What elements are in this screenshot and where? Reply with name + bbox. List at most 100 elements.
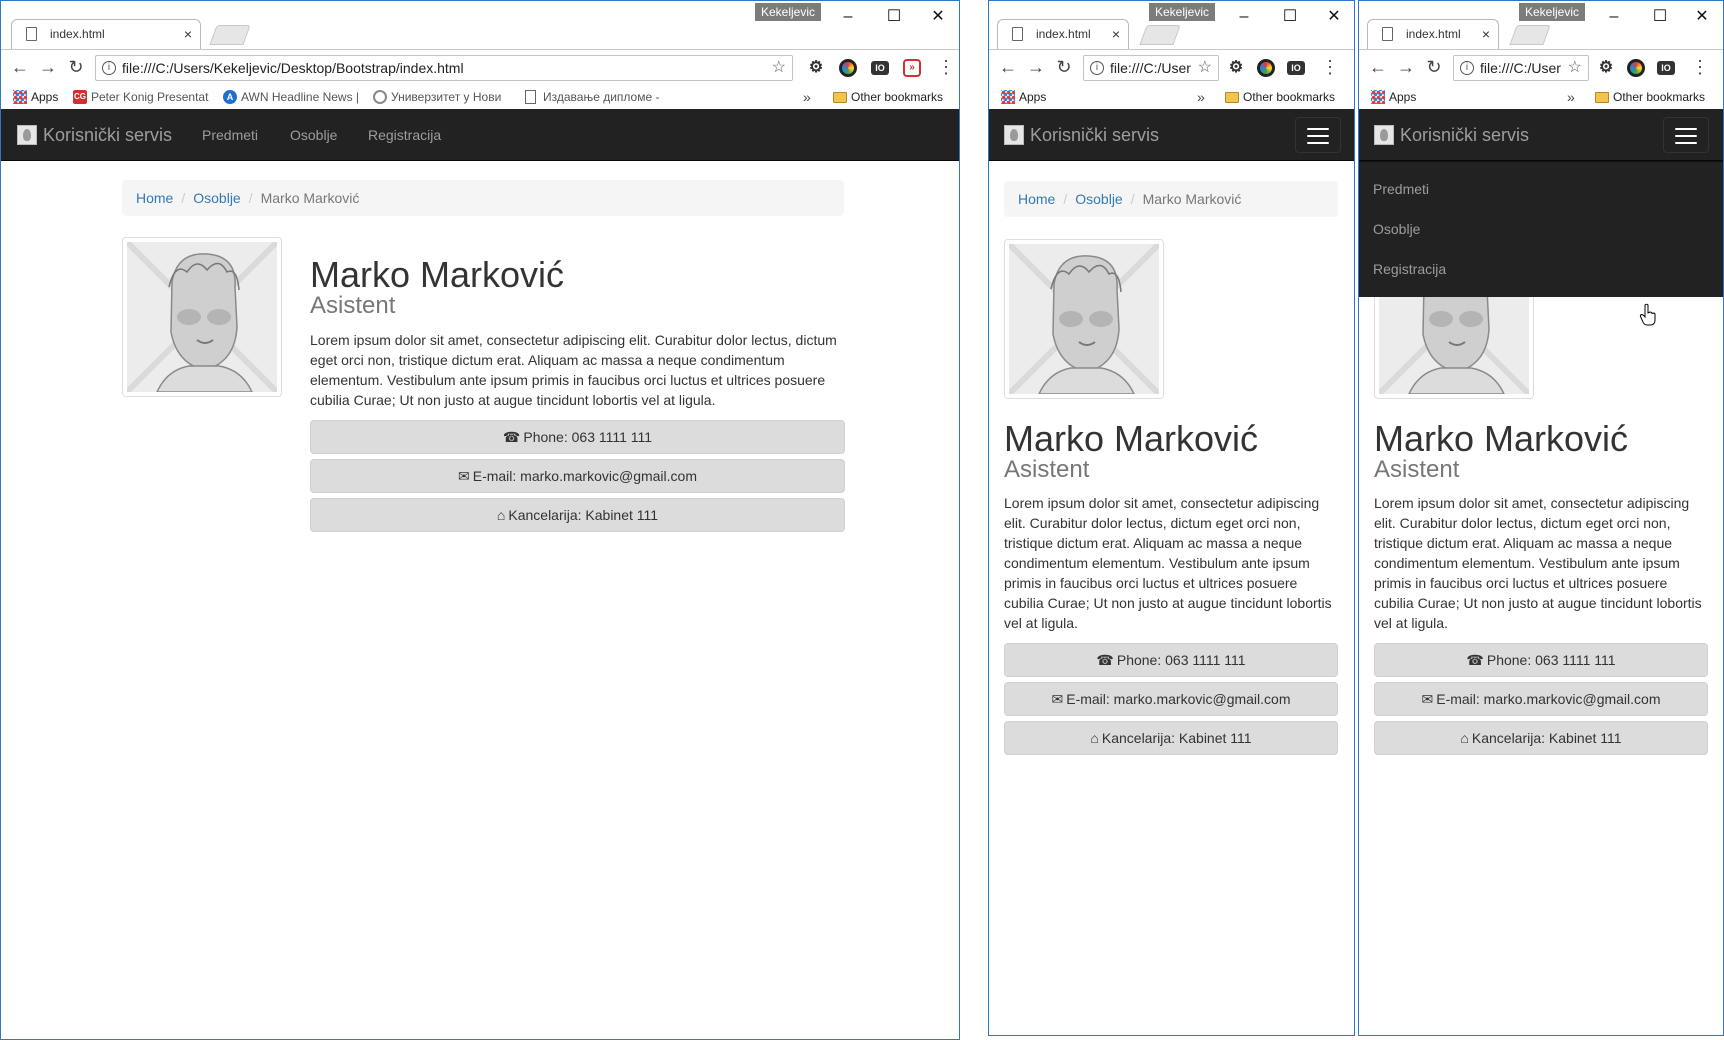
reload-button[interactable]: ↻ (1053, 56, 1075, 78)
nav-link-registracija[interactable]: Registracija (368, 109, 441, 161)
address-bar[interactable]: i file:///C:/User ☆ (1083, 55, 1219, 81)
profile-badge[interactable]: Kekeljevic (1519, 3, 1586, 21)
color-extension-icon[interactable] (1257, 59, 1275, 77)
envelope-icon: ✉ (458, 468, 470, 484)
io-extension-icon[interactable]: IO (1287, 61, 1305, 75)
bookmark-apps[interactable]: Apps (1371, 85, 1416, 109)
phone-button[interactable]: ☎ Phone: 063 1111 111 (1374, 643, 1708, 677)
chrome-menu-icon[interactable]: ⋮ (1691, 56, 1709, 78)
gear-extension-icon[interactable]: ⚙ (807, 59, 825, 77)
forward-button[interactable]: → (37, 56, 59, 78)
close-tab-icon[interactable]: × (1482, 20, 1490, 48)
browser-tab[interactable]: index.html × (11, 19, 201, 49)
home-icon: ⌂ (496, 507, 506, 523)
new-tab-button[interactable] (1139, 25, 1181, 45)
address-bar[interactable]: i file:///C:/Users/Kekeljevic/Desktop/Bo… (95, 55, 793, 81)
info-icon[interactable]: i (102, 61, 116, 75)
back-button[interactable]: ← (997, 56, 1019, 78)
nav-link-osoblje[interactable]: Osoblje (290, 109, 337, 161)
profile-badge[interactable]: Kekeljevic (1149, 3, 1216, 21)
email-button[interactable]: ✉ E-mail: marko.markovic@gmail.com (310, 459, 845, 493)
email-button[interactable]: ✉ E-mail: marko.markovic@gmail.com (1374, 682, 1708, 716)
brand-logo-icon (1004, 125, 1024, 145)
address-bar[interactable]: i file:///C:/User ☆ (1453, 55, 1589, 81)
close-tab-icon[interactable]: × (1112, 20, 1120, 48)
hamburger-icon (1307, 128, 1329, 130)
phone-button[interactable]: ☎ Phone: 063 1111 111 (1004, 643, 1338, 677)
chrome-menu-icon[interactable]: ⋮ (937, 56, 955, 78)
back-button[interactable]: ← (1367, 56, 1389, 78)
browser-tab[interactable]: index.html × (997, 19, 1129, 49)
navbar-brand[interactable]: Korisnički servis (17, 109, 172, 161)
office-button[interactable]: ⌂ Kancelarija: Kabinet 111 (1374, 721, 1708, 755)
bookmark-star-icon[interactable]: ☆ (772, 56, 786, 80)
navbar-brand[interactable]: Korisnički servis (1004, 109, 1159, 161)
hamburger-icon (1675, 142, 1697, 144)
bookmark-apps[interactable]: Apps (13, 85, 58, 109)
other-bookmarks[interactable]: Other bookmarks (1225, 85, 1335, 109)
minimize-button[interactable]: – (1591, 5, 1637, 29)
nav-link-predmeti[interactable]: Predmeti (1373, 179, 1429, 199)
bookmark-diplomas[interactable]: Издавање дипломе - (525, 85, 665, 109)
maximize-button[interactable]: ☐ (871, 5, 917, 29)
person-role: Asistent (1004, 456, 1090, 483)
color-extension-icon[interactable] (839, 59, 857, 77)
io-extension-icon[interactable]: IO (871, 61, 889, 75)
color-extension-icon[interactable] (1627, 59, 1645, 77)
person-role: Asistent (1374, 456, 1460, 483)
other-bookmarks[interactable]: Other bookmarks (1595, 85, 1705, 109)
more-bookmarks-chevron-icon[interactable]: » (803, 85, 811, 109)
close-window-button[interactable]: ✕ (1679, 5, 1723, 29)
bookmark-university[interactable]: Универзитет у Нови (373, 85, 513, 109)
person-bio: Lorem ipsum dolor sit amet, consectetur … (310, 332, 837, 408)
close-window-button[interactable]: ✕ (915, 5, 959, 29)
navbar-toggle-button[interactable] (1663, 117, 1709, 153)
bookmark-apps[interactable]: Apps (1001, 85, 1046, 109)
close-window-button[interactable]: ✕ (1311, 5, 1354, 29)
more-bookmarks-chevron-icon[interactable]: » (1197, 85, 1205, 109)
breadcrumb-osoblje[interactable]: Osoblje (193, 190, 240, 206)
new-tab-button[interactable] (209, 25, 251, 45)
navbar-brand[interactable]: Korisnički servis (1374, 109, 1529, 161)
bookmark-awn-news[interactable]: A AWN Headline News | (223, 85, 361, 109)
profile-badge[interactable]: Kekeljevic (755, 3, 822, 21)
minimize-button[interactable]: – (1221, 5, 1267, 29)
forward-button[interactable]: → (1025, 56, 1047, 78)
new-tab-button[interactable] (1509, 25, 1551, 45)
io-extension-icon[interactable]: IO (1657, 61, 1675, 75)
reload-button[interactable]: ↻ (65, 56, 87, 78)
breadcrumb-osoblje[interactable]: Osoblje (1075, 191, 1122, 207)
email-button[interactable]: ✉ E-mail: marko.markovic@gmail.com (1004, 682, 1338, 716)
other-bookmarks[interactable]: Other bookmarks (833, 85, 943, 109)
site-navbar: Korisnički servis (1359, 109, 1723, 161)
close-tab-icon[interactable]: × (184, 20, 192, 48)
forward-button[interactable]: → (1395, 56, 1417, 78)
office-button[interactable]: ⌂ Kancelarija: Kabinet 111 (1004, 721, 1338, 755)
chrome-menu-icon[interactable]: ⋮ (1321, 56, 1339, 78)
office-button[interactable]: ⌂ Kancelarija: Kabinet 111 (310, 498, 845, 532)
navbar-toggle-button[interactable] (1295, 117, 1341, 153)
gear-extension-icon[interactable]: ⚙ (1597, 59, 1615, 77)
info-icon[interactable]: i (1090, 61, 1104, 75)
back-button[interactable]: ← (9, 56, 31, 78)
maximize-button[interactable]: ☐ (1637, 5, 1683, 29)
breadcrumb-home[interactable]: Home (136, 190, 173, 206)
nav-link-registracija[interactable]: Registracija (1373, 259, 1446, 279)
info-icon[interactable]: i (1460, 61, 1474, 75)
more-bookmarks-chevron-icon[interactable]: » (1567, 85, 1575, 109)
bookmark-star-icon[interactable]: ☆ (1195, 56, 1212, 80)
phone-button[interactable]: ☎ Phone: 063 1111 111 (310, 420, 845, 454)
minimize-button[interactable]: – (825, 5, 871, 29)
page-icon (525, 90, 536, 104)
nav-link-osoblje[interactable]: Osoblje (1373, 219, 1420, 239)
bookmark-star-icon[interactable]: ☆ (1565, 56, 1582, 80)
bookmark-peter-konig[interactable]: CG Peter Konig Presentat (73, 85, 213, 109)
maximize-button[interactable]: ☐ (1267, 5, 1313, 29)
nav-link-predmeti[interactable]: Predmeti (202, 109, 258, 161)
breadcrumb-home[interactable]: Home (1018, 191, 1055, 207)
red-extension-icon[interactable]: » (903, 59, 921, 77)
title-bar: index.html × Kekeljevic – ☐ ✕ (1359, 1, 1723, 49)
browser-tab[interactable]: index.html × (1367, 19, 1499, 49)
reload-button[interactable]: ↻ (1423, 56, 1445, 78)
gear-extension-icon[interactable]: ⚙ (1227, 59, 1245, 77)
